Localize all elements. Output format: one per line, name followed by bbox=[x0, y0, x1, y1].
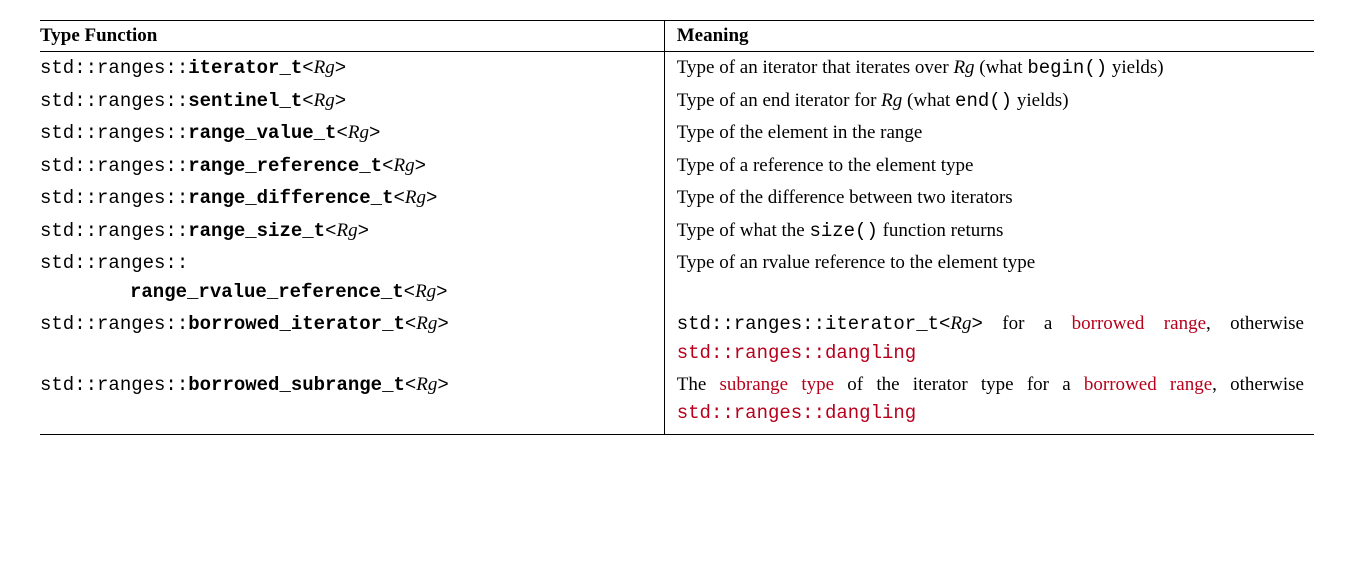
cell-meaning: Type of an rvalue reference to the eleme… bbox=[664, 247, 1314, 308]
header-type-function: Type Function bbox=[40, 21, 664, 52]
cell-meaning: Type of a reference to the element type bbox=[664, 150, 1314, 183]
table-row: std::ranges::sentinel_t<Rg> Type of an e… bbox=[40, 85, 1314, 118]
table-row: std::ranges::borrowed_subrange_t<Rg> The… bbox=[40, 369, 1314, 434]
cell-type-function: std::ranges::range_reference_t<Rg> bbox=[40, 150, 664, 183]
cell-meaning: Type of the element in the range bbox=[664, 117, 1314, 150]
cell-type-function: std::ranges:: range_rvalue_reference_t<R… bbox=[40, 247, 664, 308]
cell-type-function: std::ranges::range_size_t<Rg> bbox=[40, 215, 664, 248]
table-header-row: Type Function Meaning bbox=[40, 21, 1314, 52]
cell-meaning: The subrange type of the iterator type f… bbox=[664, 369, 1314, 434]
cell-type-function: std::ranges::range_difference_t<Rg> bbox=[40, 182, 664, 215]
cell-meaning: Type of what the size() function returns bbox=[664, 215, 1314, 248]
cell-meaning: std::ranges::iterator_t<Rg> for a borrow… bbox=[664, 308, 1314, 369]
cell-type-function: std::ranges::iterator_t<Rg> bbox=[40, 52, 664, 85]
header-meaning: Meaning bbox=[664, 21, 1314, 52]
cell-type-function: std::ranges::borrowed_subrange_t<Rg> bbox=[40, 369, 664, 434]
type-function-table: Type Function Meaning std::ranges::itera… bbox=[40, 20, 1314, 435]
cell-type-function: std::ranges::sentinel_t<Rg> bbox=[40, 85, 664, 118]
cell-type-function: std::ranges::range_value_t<Rg> bbox=[40, 117, 664, 150]
cell-meaning: Type of an iterator that iterates over R… bbox=[664, 52, 1314, 85]
table-row: std::ranges::range_value_t<Rg> Type of t… bbox=[40, 117, 1314, 150]
cell-meaning: Type of the difference between two itera… bbox=[664, 182, 1314, 215]
table-row: std::ranges::range_reference_t<Rg> Type … bbox=[40, 150, 1314, 183]
table-row: std::ranges::range_difference_t<Rg> Type… bbox=[40, 182, 1314, 215]
cell-meaning: Type of an end iterator for Rg (what end… bbox=[664, 85, 1314, 118]
cell-type-function: std::ranges::borrowed_iterator_t<Rg> bbox=[40, 308, 664, 369]
table-row: std::ranges::borrowed_iterator_t<Rg> std… bbox=[40, 308, 1314, 369]
table-row: std::ranges::range_size_t<Rg> Type of wh… bbox=[40, 215, 1314, 248]
table-row: std::ranges::iterator_t<Rg> Type of an i… bbox=[40, 52, 1314, 85]
table-row: std::ranges:: range_rvalue_reference_t<R… bbox=[40, 247, 1314, 308]
